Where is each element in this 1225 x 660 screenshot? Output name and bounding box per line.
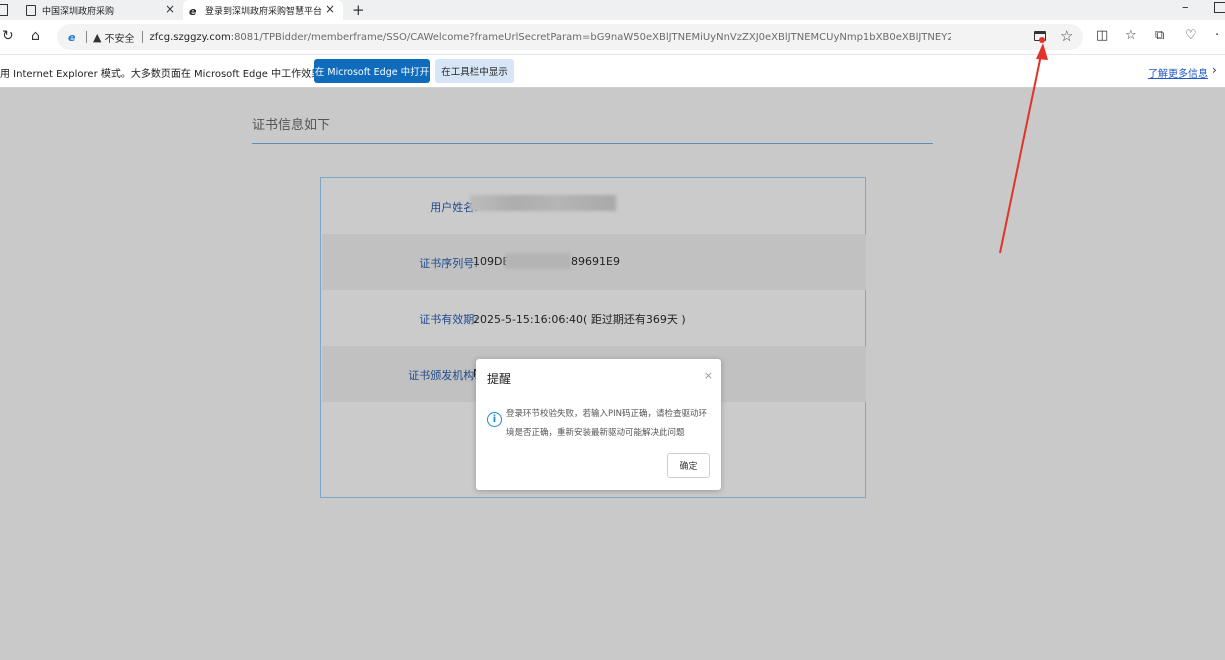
favorites-icon[interactable]: ☆ xyxy=(1125,28,1137,43)
close-icon[interactable]: × xyxy=(325,2,335,16)
show-in-toolbar-button[interactable]: 在工具栏中显示 xyxy=(435,59,514,83)
page-title: 证书信息如下 xyxy=(252,118,331,133)
security-status[interactable]: 不安全 xyxy=(104,30,134,45)
home-icon[interactable]: ⌂ xyxy=(31,28,40,44)
ok-button[interactable]: 确定 xyxy=(667,453,710,478)
redacted-value xyxy=(470,195,616,211)
close-icon[interactable]: × xyxy=(165,2,175,16)
cert-value-suffix: 89691E9 xyxy=(571,255,620,268)
info-icon: i xyxy=(487,412,502,427)
ie-icon: e xyxy=(189,4,197,18)
page-icon xyxy=(26,4,36,16)
tab-title: 登录到深圳政府采购智慧平台 xyxy=(205,6,323,17)
url-host: zfcg.szggzy.com xyxy=(149,31,231,43)
annotation-dot xyxy=(1039,37,1045,43)
redacted-value xyxy=(505,253,571,269)
tab-login-platform[interactable]: e 登录到深圳政府采购智慧平台 × xyxy=(183,0,343,20)
dialog-title: 提醒 xyxy=(487,372,512,386)
divider xyxy=(142,31,144,43)
cert-row-username: 用户姓名: xyxy=(322,178,866,234)
divider xyxy=(86,31,87,43)
alert-dialog: 提醒 × i 登录环节校验失败，若输入PIN码正确，请检查驱动环境是否正确，重新… xyxy=(476,359,721,490)
favorite-star-icon[interactable]: ☆ xyxy=(1060,27,1073,45)
divider xyxy=(252,143,933,144)
url-path: :8081/TPBidder/memberframe/SSO/CAWelcome… xyxy=(230,31,951,43)
ie-mode-badge-icon: e xyxy=(68,31,76,44)
infobar-message: 用 Internet Explorer 模式。大多数页面在 Microsoft … xyxy=(0,69,352,80)
warning-icon: ▲ xyxy=(93,30,102,44)
chevron-right-icon[interactable]: › xyxy=(1212,63,1217,77)
address-bar[interactable]: e ▲ 不安全 zfcg.szggzy.com :8081/TPBidder/m… xyxy=(57,24,1083,50)
cert-label: 证书序列号: xyxy=(419,257,478,270)
new-tab-icon[interactable]: + xyxy=(352,1,365,19)
cert-value: 109DE xyxy=(473,255,510,268)
cert-row-serial: 证书序列号: 109DE 89691E9 xyxy=(322,234,866,290)
browser-essentials-icon[interactable]: ♡ xyxy=(1185,28,1197,43)
tab-title: 中国深圳政府采购 xyxy=(42,6,115,17)
cert-value: 2025-5-15:16:06:40( 距过期还有369天 ) xyxy=(473,313,686,326)
minimize-icon[interactable]: – xyxy=(1182,0,1189,15)
dialog-message: 登录环节校验失败，若输入PIN码正确，请检查驱动环境是否正确，重新安装最新驱动可… xyxy=(506,409,707,438)
close-icon[interactable]: × xyxy=(704,369,713,382)
ie-mode-infobar: 用 Internet Explorer 模式。大多数页面在 Microsoft … xyxy=(0,54,1225,88)
more-icon[interactable]: · xyxy=(1215,28,1219,43)
cert-label: 证书有效期: xyxy=(419,313,478,326)
tab-shenzhen-procurement[interactable]: 中国深圳政府采购 × xyxy=(0,0,183,20)
cert-row-validity: 证书有效期: 2025-5-15:16:06:40( 距过期还有369天 ) xyxy=(322,290,866,346)
browser-toolbar: ↻ ⌂ e ▲ 不安全 zfcg.szggzy.com :8081/TPBidd… xyxy=(0,20,1225,54)
learn-more-link[interactable]: 了解更多信息 xyxy=(1148,65,1208,80)
restore-icon[interactable] xyxy=(1214,2,1225,13)
open-in-edge-button[interactable]: 在 Microsoft Edge 中打开 xyxy=(314,59,430,83)
split-screen-icon[interactable]: ◫ xyxy=(1096,28,1108,43)
cert-label: 证书颁发机构: xyxy=(408,369,478,382)
refresh-icon[interactable]: ↻ xyxy=(2,28,14,44)
tab-strip: 中国深圳政府采购 × e 登录到深圳政府采购智慧平台 × + – xyxy=(0,0,1225,20)
collections-icon[interactable]: ⧉ xyxy=(1155,28,1164,43)
